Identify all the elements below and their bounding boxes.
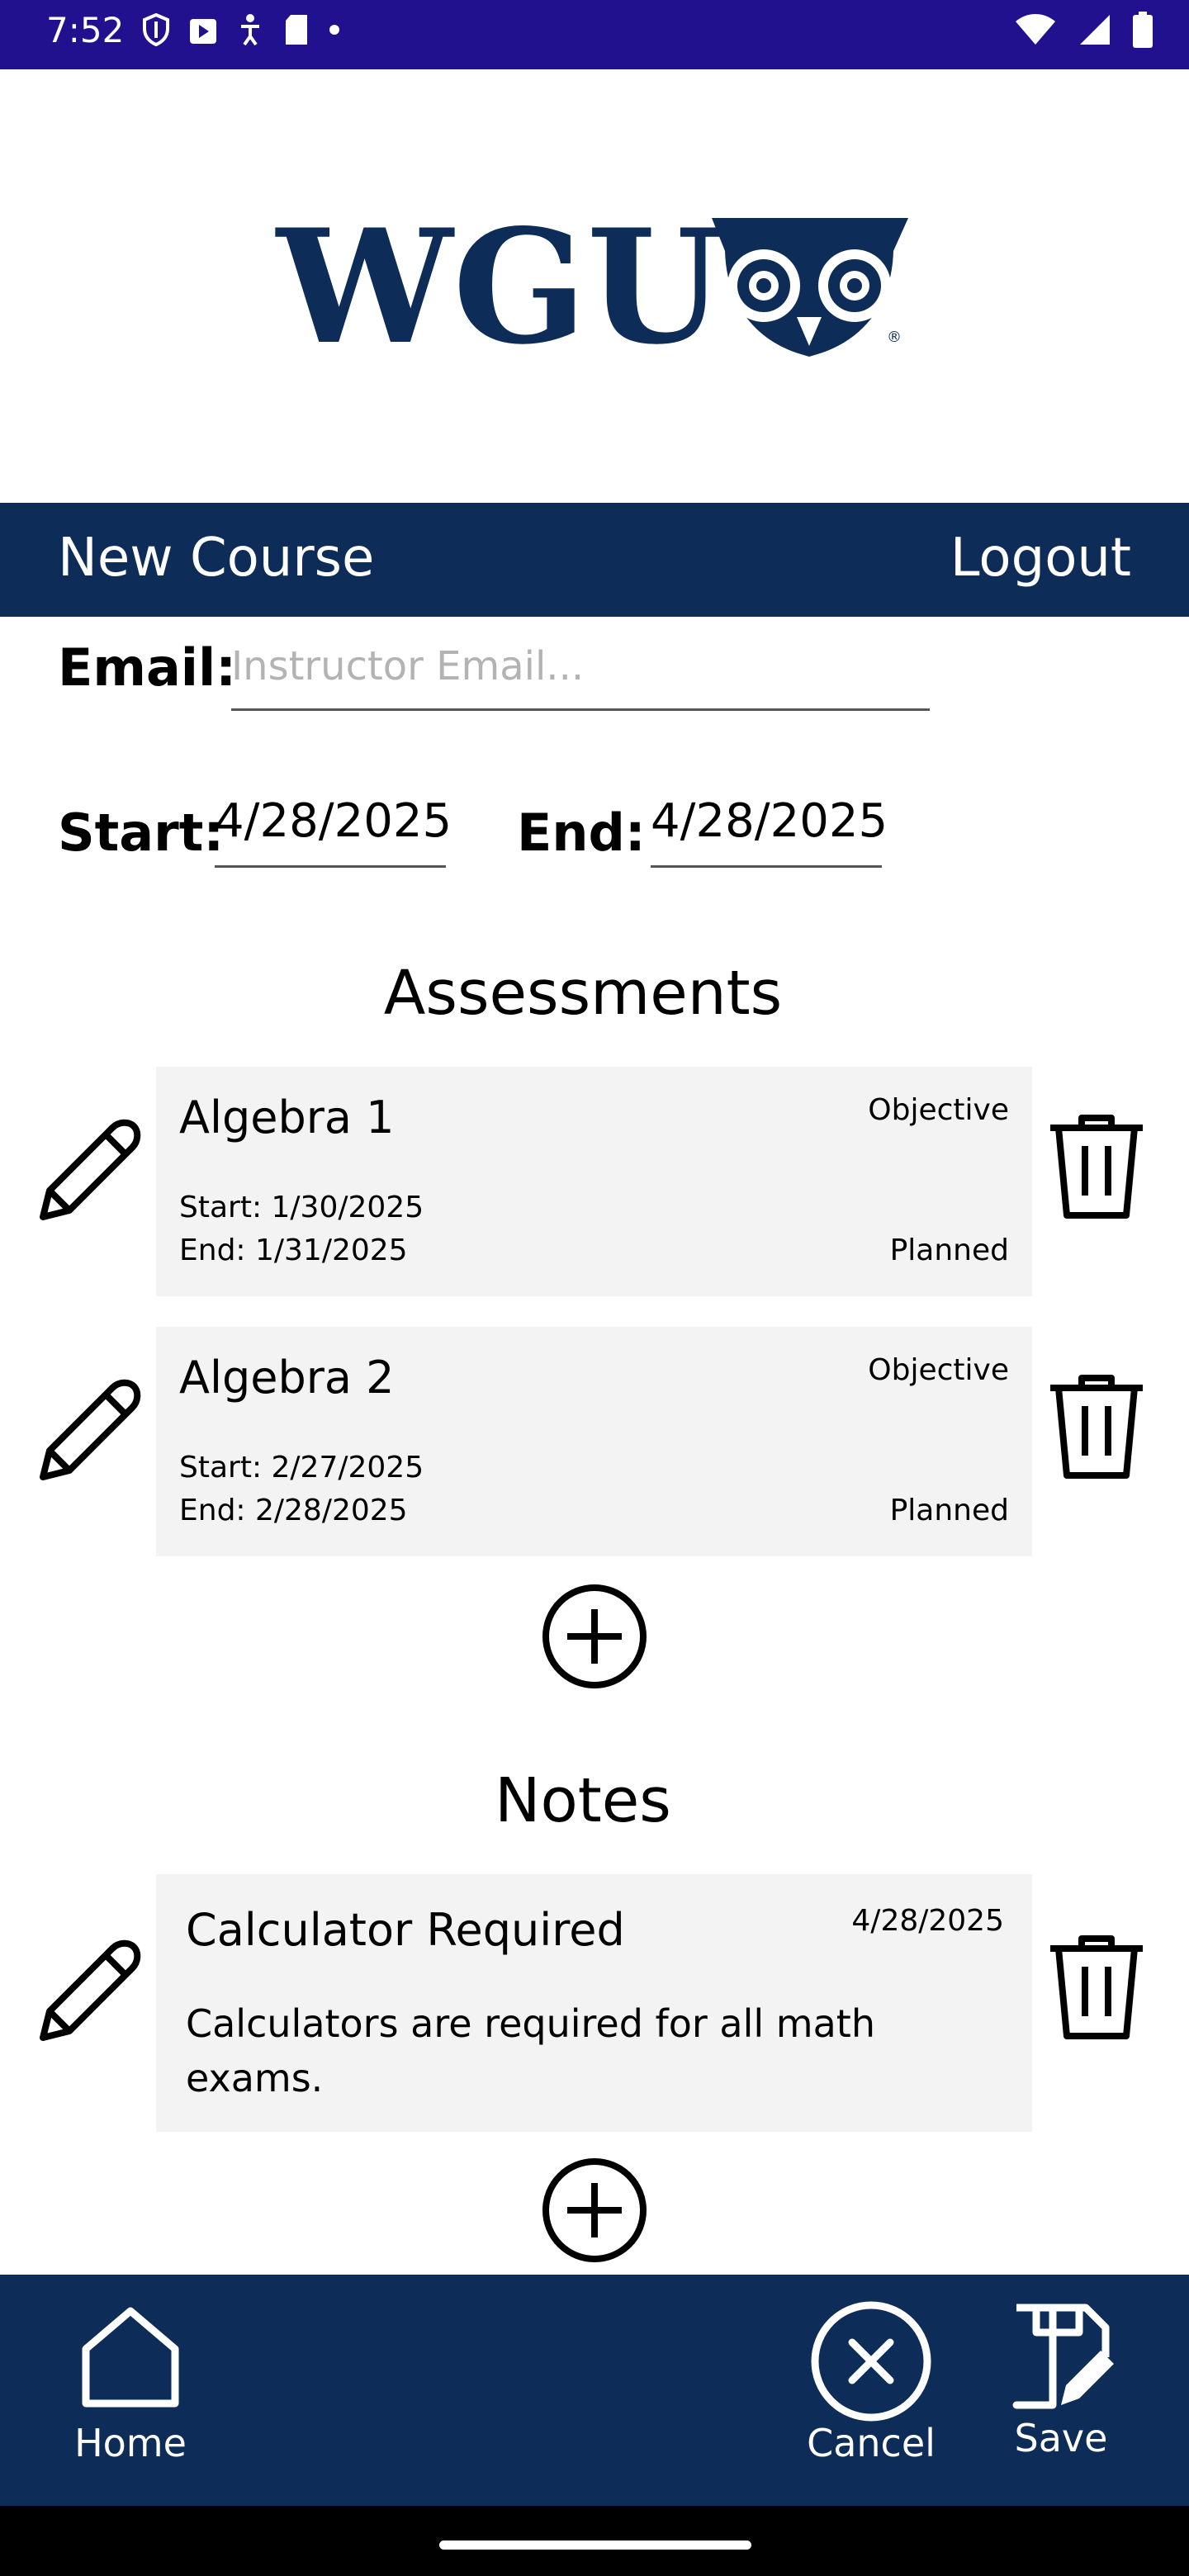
page-title: New Course [58, 528, 375, 589]
wgu-logo: WGU ® [275, 195, 908, 379]
owl-icon: ® [712, 218, 908, 357]
svg-text:®: ® [887, 329, 902, 346]
status-time: 7:52 [46, 10, 125, 50]
end-date-field[interactable]: 4/28/2025 [651, 794, 888, 868]
edit-assessment-button[interactable] [36, 1115, 145, 1227]
notes-title: Notes [495, 1765, 671, 1836]
plus-circle-icon [542, 1584, 647, 1688]
shield-icon [143, 13, 169, 46]
home-icon [82, 2307, 179, 2408]
trash-icon [1050, 1375, 1143, 1479]
assessment-status: Planned [889, 1494, 1009, 1527]
home-gesture-handle[interactable] [439, 2540, 751, 2550]
assessment-type: Objective [868, 1093, 1009, 1127]
battery-icon [1133, 12, 1153, 48]
delete-note-button[interactable] [1047, 1934, 1146, 2044]
close-circle-icon [811, 2301, 931, 2422]
assessment-card[interactable]: Algebra 2 Objective Start: 2/27/2025 End… [156, 1327, 1032, 1556]
delete-assessment-button[interactable] [1047, 1373, 1146, 1484]
add-note-button[interactable] [541, 2157, 648, 2267]
cancel-label: Cancel [807, 2421, 936, 2465]
dot-icon [329, 25, 339, 35]
email-field[interactable]: Instructor Email... [231, 637, 930, 711]
note-title: Calculator Required [186, 1904, 625, 1956]
add-assessment-button[interactable] [541, 1583, 648, 1693]
assessments-title: Assessments [383, 958, 783, 1029]
delete-assessment-button[interactable] [1047, 1113, 1146, 1224]
logo-text: WGU [275, 195, 723, 379]
assessment-name: Algebra 1 [179, 1091, 395, 1144]
save-tab[interactable]: Save [999, 2299, 1123, 2460]
save-label: Save [1014, 2416, 1108, 2460]
assessment-type: Objective [868, 1353, 1009, 1387]
save-edit-icon [1012, 2304, 1114, 2409]
gesture-bar [0, 2506, 1189, 2576]
signal-icon [1080, 15, 1110, 45]
assessment-start: Start: 1/30/2025 [179, 1191, 424, 1224]
assessment-end: End: 1/31/2025 [179, 1234, 408, 1267]
edit-assessment-button[interactable] [36, 1375, 145, 1487]
pencil-icon [40, 1939, 141, 2041]
end-label: End: [517, 803, 646, 863]
edit-note-button[interactable] [36, 1935, 145, 2048]
note-body: Calculators are required for all math ex… [186, 2001, 875, 2100]
assessment-name: Algebra 2 [179, 1352, 395, 1404]
email-placeholder: Instructor Email... [231, 643, 585, 689]
email-label: Email: [58, 637, 237, 698]
cancel-tab[interactable]: Cancel [801, 2299, 941, 2465]
assessment-status: Planned [889, 1234, 1009, 1267]
status-bar: 7:52 [0, 0, 1189, 69]
home-label: Home [74, 2421, 187, 2465]
assessment-end: End: 2/28/2025 [179, 1494, 408, 1527]
plus-circle-icon [542, 2158, 647, 2262]
start-date-field[interactable]: 4/28/2025 [215, 794, 452, 868]
logout-button[interactable]: Logout [950, 528, 1131, 589]
accessibility-icon [241, 14, 259, 46]
pencil-icon [40, 1379, 141, 1480]
nav-bar: New Course Logout [0, 503, 1189, 617]
note-card[interactable]: Calculator Required 4/28/2025 Calculator… [156, 1874, 1032, 2132]
play-store-icon [190, 19, 216, 44]
trash-icon [1050, 1935, 1143, 2039]
home-tab[interactable]: Home [58, 2299, 203, 2465]
wifi-icon [1016, 14, 1055, 45]
logo-area: WGU ® [0, 69, 1189, 503]
assessment-card[interactable]: Algebra 1 Objective Start: 1/30/2025 End… [156, 1067, 1032, 1296]
assessment-start: Start: 2/27/2025 [179, 1451, 424, 1485]
start-label: Start: [58, 803, 225, 863]
sd-card-icon [286, 15, 307, 45]
trash-icon [1050, 1115, 1143, 1219]
pencil-icon [40, 1119, 141, 1220]
bottom-nav: Home Cancel Save [0, 2275, 1189, 2506]
note-date: 4/28/2025 [851, 1904, 1004, 1938]
